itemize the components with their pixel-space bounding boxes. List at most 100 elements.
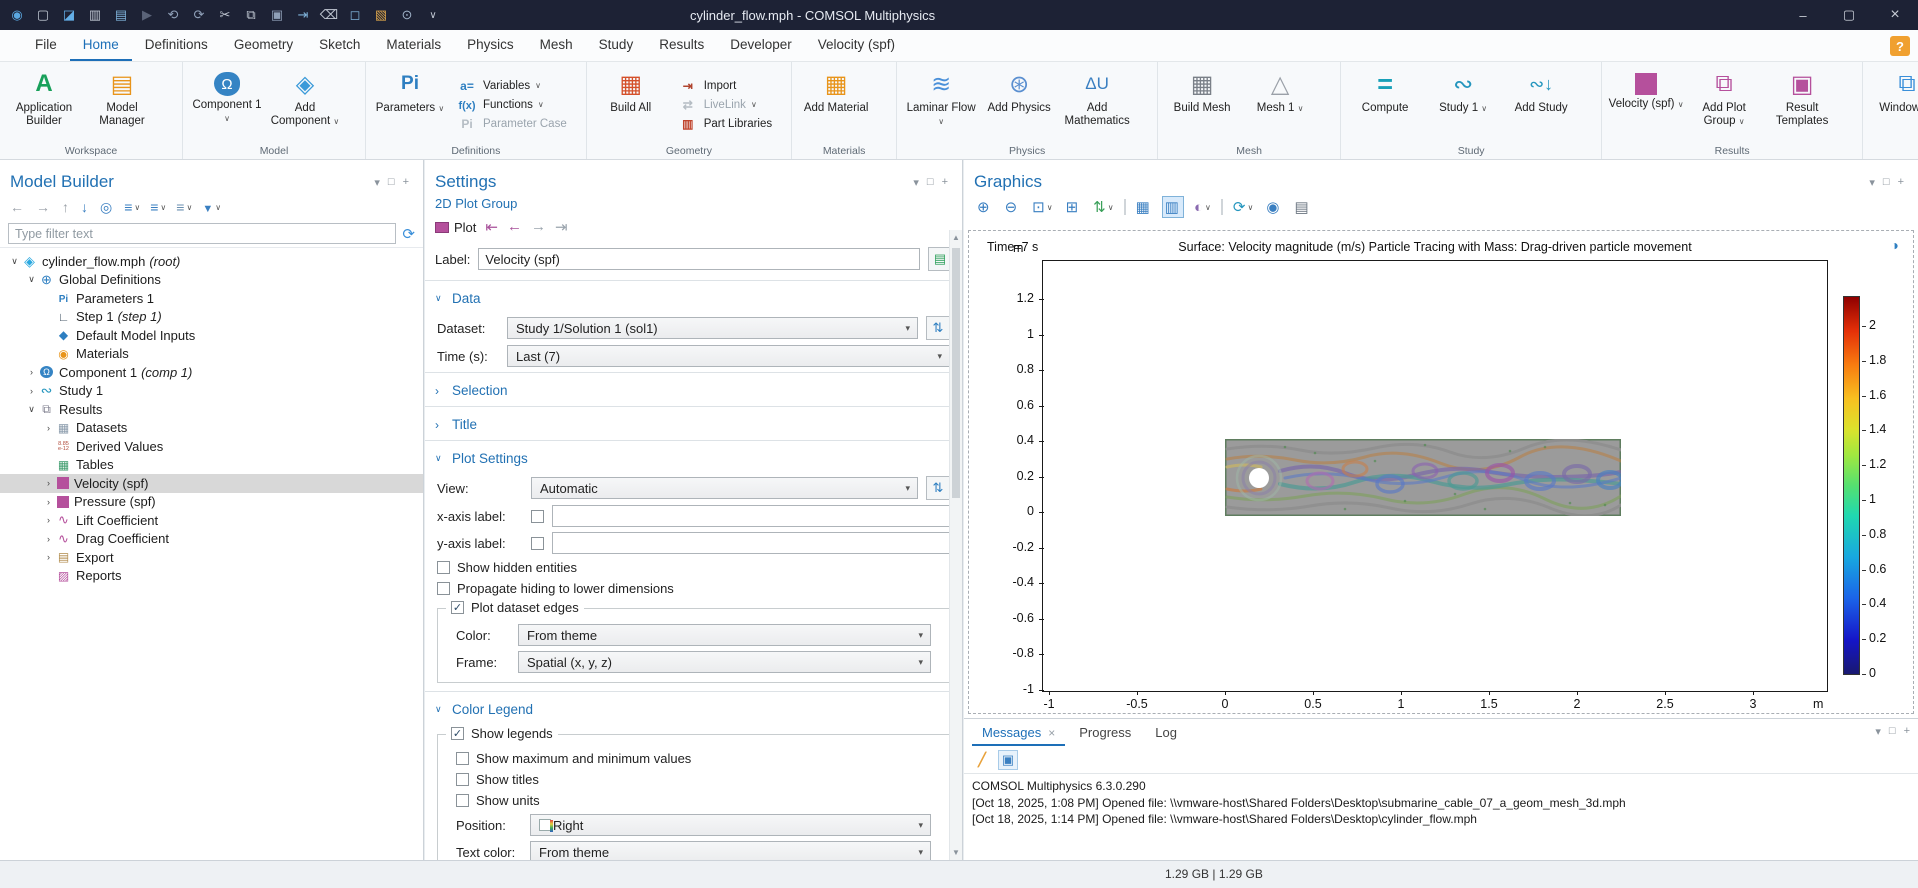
panel-pin-icon[interactable]: + xyxy=(942,176,948,189)
close-tab-icon[interactable]: × xyxy=(1048,726,1055,740)
frame-dropdown[interactable]: Spatial (x, y, z) xyxy=(518,651,931,673)
tree-item[interactable]: › Study 1 xyxy=(0,382,423,401)
plot-button[interactable]: Plot xyxy=(435,220,476,235)
model-builder-tool[interactable]: ∨ xyxy=(124,199,140,215)
tree-item[interactable]: ∨ cylinder_flow.mph (root) xyxy=(0,252,423,271)
tree-caret-icon[interactable]: ∨ xyxy=(25,404,38,415)
menu-tab[interactable]: Geometry xyxy=(221,30,306,61)
dataset-dropdown[interactable]: Study 1/Solution 1 (sol1) xyxy=(507,317,918,339)
model-builder-tool[interactable] xyxy=(81,199,90,215)
messages-tab[interactable]: Messages × xyxy=(972,721,1065,746)
tree-filter-input[interactable] xyxy=(8,223,396,244)
panel-pin-icon[interactable]: + xyxy=(403,176,409,189)
tree-item[interactable]: Step 1 (step 1) xyxy=(0,308,423,327)
menu-tab[interactable]: Sketch xyxy=(306,30,373,61)
delete-icon[interactable] xyxy=(318,4,340,26)
graphics-tool[interactable] xyxy=(1162,196,1184,218)
section-plot-settings[interactable]: Plot Settings xyxy=(425,444,962,471)
tree-item[interactable]: ∨ Global Definitions xyxy=(0,271,423,290)
tree-item[interactable]: Reports xyxy=(0,567,423,586)
tree-caret-icon[interactable]: › xyxy=(42,552,55,562)
ribbon-button[interactable]: Add Study xyxy=(1503,66,1579,143)
save-as-icon[interactable] xyxy=(110,4,132,26)
label-input[interactable] xyxy=(478,248,920,270)
duplicate-icon[interactable] xyxy=(292,4,314,26)
ribbon-button[interactable]: Application Builder xyxy=(6,66,82,143)
panel-menu-icon[interactable]: ▾ xyxy=(1875,725,1881,738)
ribbon-button[interactable]: Component 1 ∨ xyxy=(189,66,265,143)
copy-icon[interactable] xyxy=(240,4,262,26)
open-file-icon[interactable] xyxy=(58,4,80,26)
graphics-tool[interactable]: ∨ xyxy=(1191,197,1214,218)
yaxis-label-input[interactable] xyxy=(552,532,950,554)
first-plot-icon[interactable]: ⇤ xyxy=(485,218,498,236)
legend-text-color-dropdown[interactable]: From theme xyxy=(530,841,931,860)
ribbon-button[interactable]: Model Manager xyxy=(84,66,160,143)
section-data[interactable]: Data xyxy=(425,284,962,311)
section-color-legend[interactable]: Color Legend xyxy=(425,695,962,722)
ribbon-button[interactable]: Add Physics xyxy=(981,66,1057,143)
graphics-tool[interactable]: ∨ xyxy=(1090,196,1116,218)
graphics-tool[interactable] xyxy=(1063,196,1084,218)
comsol-logo-icon[interactable] xyxy=(6,4,28,26)
graphics-tool[interactable] xyxy=(1002,196,1023,218)
graphics-tool[interactable] xyxy=(1221,199,1223,215)
tree-item[interactable]: Parameters 1 xyxy=(0,289,423,308)
ribbon-button[interactable]: Add Plot Group ∨ xyxy=(1686,66,1762,143)
ribbon-button[interactable]: Add Component ∨ xyxy=(267,66,343,143)
help-button[interactable]: ? xyxy=(1890,36,1910,56)
graphics-tool[interactable] xyxy=(1263,196,1284,218)
graphics-canvas[interactable]: Time=7 s Surface: Velocity magnitude (m/… xyxy=(968,230,1914,714)
xaxis-label-input[interactable] xyxy=(552,505,950,527)
panel-float-icon[interactable]: □ xyxy=(927,176,934,189)
minimize-icon[interactable] xyxy=(1780,0,1826,30)
section-title[interactable]: Title xyxy=(425,410,962,437)
ribbon-small-button[interactable]: Variables ∨ xyxy=(456,79,572,93)
menu-tab[interactable]: Results xyxy=(646,30,717,61)
select-icon[interactable] xyxy=(344,4,366,26)
model-builder-tool[interactable]: ∨ xyxy=(176,199,192,215)
tree-caret-icon[interactable]: ∨ xyxy=(25,274,38,285)
tree-item[interactable]: › Component 1 (comp 1) xyxy=(0,363,423,382)
next-plot-icon[interactable]: → xyxy=(531,218,546,236)
messages-tab[interactable]: Progress × xyxy=(1069,721,1141,746)
ribbon-button[interactable]: Add Material xyxy=(798,66,874,143)
panel-float-icon[interactable]: □ xyxy=(1889,725,1896,738)
tree-caret-icon[interactable]: › xyxy=(25,367,38,377)
graphics-tool[interactable]: ∨ xyxy=(1029,196,1055,218)
tree-caret-icon[interactable]: › xyxy=(42,478,55,488)
tree-item[interactable]: › Export xyxy=(0,548,423,567)
propagate-hiding-checkbox[interactable] xyxy=(437,582,450,595)
tree-item[interactable]: Tables xyxy=(0,456,423,475)
tree-item[interactable]: › Lift Coefficient xyxy=(0,511,423,530)
show-legends-checkbox[interactable] xyxy=(451,727,464,740)
graphics-tool[interactable] xyxy=(974,196,995,218)
model-builder-tool[interactable] xyxy=(10,199,26,215)
model-builder-tool[interactable]: ∨ xyxy=(150,199,166,215)
legend-position-dropdown[interactable]: Right xyxy=(530,814,931,836)
menu-tab[interactable]: Study xyxy=(586,30,647,61)
plot-dataset-edges-checkbox[interactable] xyxy=(451,601,464,614)
ribbon-small-button[interactable]: LiveLink ∨ xyxy=(677,98,777,112)
messages-tool[interactable] xyxy=(998,750,1018,770)
save-icon[interactable] xyxy=(84,4,106,26)
run-icon[interactable] xyxy=(136,4,158,26)
tree-caret-icon[interactable]: ∨ xyxy=(8,256,21,267)
scroll-down-icon[interactable]: ▼ xyxy=(950,848,962,857)
tree-item[interactable]: Default Model Inputs xyxy=(0,326,423,345)
new-file-icon[interactable] xyxy=(32,4,54,26)
show-hidden-checkbox[interactable] xyxy=(437,561,450,574)
undo-icon[interactable] xyxy=(162,4,184,26)
redo-icon[interactable] xyxy=(188,4,210,26)
show-maxmin-checkbox[interactable] xyxy=(456,752,469,765)
ribbon-button[interactable]: Result Templates xyxy=(1764,66,1840,143)
ribbon-button[interactable]: Velocity (spf) ∨ xyxy=(1608,66,1684,143)
panel-menu-icon[interactable]: ▾ xyxy=(1869,176,1875,189)
paste-icon[interactable] xyxy=(266,4,288,26)
scene-3d-icon[interactable]: ◑ xyxy=(1891,237,1899,253)
tree-item[interactable]: ∨ Results xyxy=(0,400,423,419)
previous-plot-icon[interactable]: ← xyxy=(507,218,522,236)
edge-color-dropdown[interactable]: From theme xyxy=(518,624,931,646)
show-titles-checkbox[interactable] xyxy=(456,773,469,786)
tree-item[interactable]: › Pressure (spf) xyxy=(0,493,423,512)
